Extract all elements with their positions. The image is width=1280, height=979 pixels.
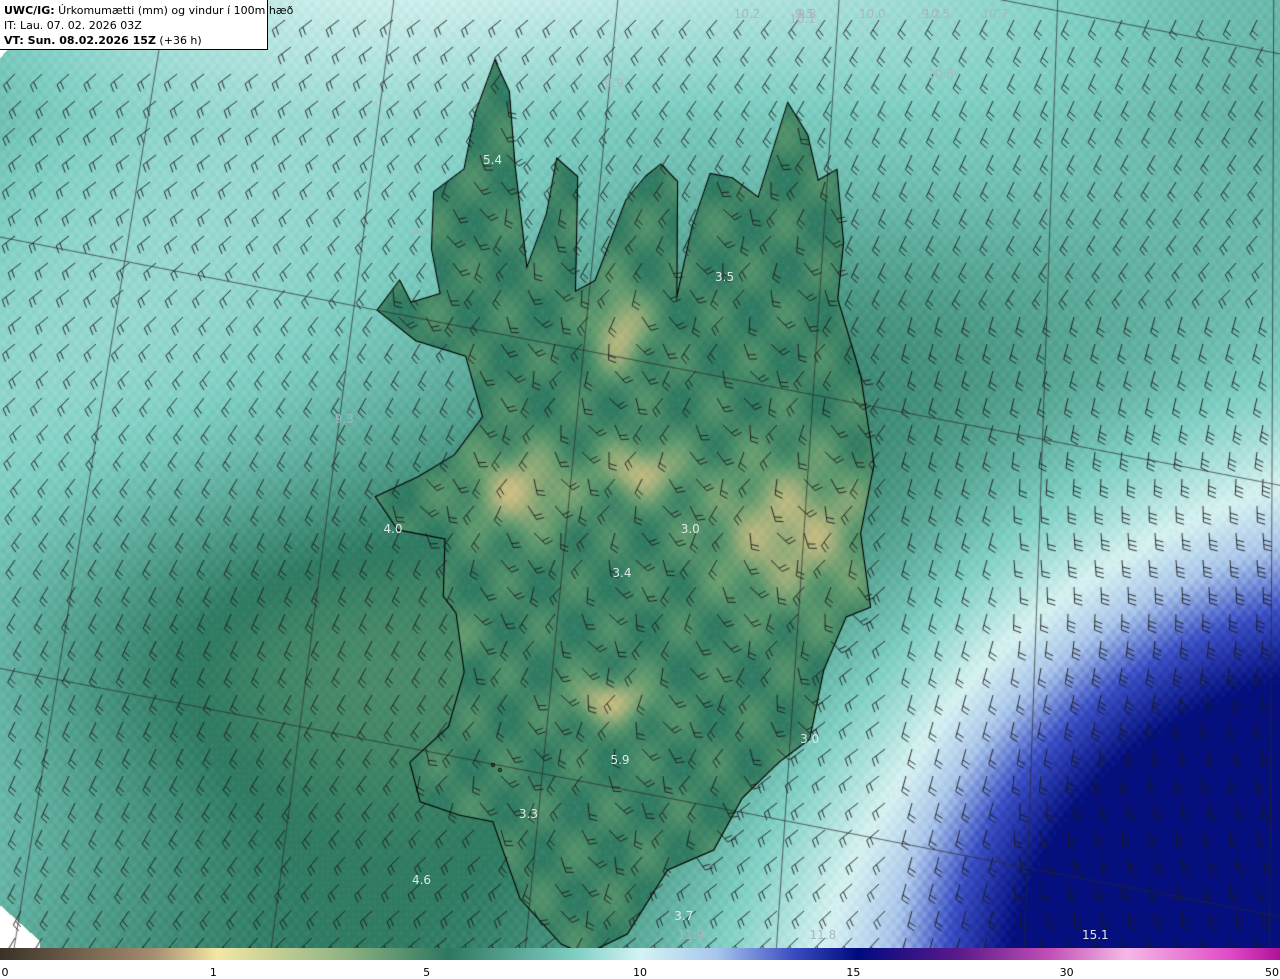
valid-time-line: VT: Sun. 08.02.2026 15Z (+36 h) — [4, 33, 263, 48]
field-value-label: 9.9 — [604, 75, 624, 90]
color-scale-strip — [0, 948, 1280, 960]
field-value-label: 10.1 — [789, 11, 816, 26]
field-value-label: 10.5 — [923, 7, 951, 21]
color-scale-tick: 50 — [1265, 966, 1279, 979]
forecast-offset: (+36 h) — [155, 34, 202, 47]
color-scale-tick: 10 — [633, 966, 647, 979]
field-value-label: 11.9 — [677, 928, 705, 942]
field-value-label: 3.7 — [674, 909, 694, 924]
color-scale-tick: 5 — [423, 966, 431, 979]
color-scale-tick: 0 — [1, 966, 9, 979]
field-value-label: 10.7 — [981, 7, 1009, 21]
field-value-label: 10.8 — [927, 67, 954, 82]
field-value-label: 10.0 — [858, 7, 886, 21]
field-value-label: 9.2 — [409, 225, 430, 240]
map-header: UWC/IG: Úrkomumætti (mm) og vindur í 100… — [0, 0, 293, 50]
initial-time: IT: Lau. 07. 02. 2026 03Z — [4, 19, 142, 32]
field-value-label: 3.4 — [612, 566, 632, 581]
header-line-title: UWC/IG: Úrkomumætti (mm) og vindur í 100… — [4, 3, 293, 18]
product-title: Úrkomumætti (mm) og vindur í 100m hæð — [54, 4, 294, 17]
field-value-label: 5.9 — [610, 752, 630, 767]
color-scale-tick: 1 — [209, 966, 217, 979]
field-value-label: 11.8 — [809, 928, 837, 942]
field-value-label: 9.3 — [334, 411, 354, 426]
field-value-label: 3.0 — [800, 732, 820, 747]
field-value-label: 4.0 — [383, 521, 403, 536]
precipitable-water-map[interactable] — [0, 0, 1280, 948]
field-value-label: 5.4 — [483, 153, 503, 167]
color-scale-tick: 30 — [1059, 966, 1074, 979]
color-scale-bar: 0 1 5 10 15 30 50 — [0, 948, 1280, 979]
model-name: UWC/IG: — [4, 4, 55, 17]
field-value-label: 10.2 — [733, 7, 761, 21]
field-value-label: 3.5 — [715, 269, 735, 284]
field-value-label: 3.3 — [518, 807, 538, 822]
field-value-label: 3.0 — [680, 522, 700, 537]
field-value-label: 15.1 — [1081, 928, 1109, 942]
color-scale-tick: 15 — [846, 966, 861, 979]
field-value-label: 4.6 — [411, 872, 432, 887]
valid-time: VT: Sun. 08.02.2026 15Z — [4, 34, 156, 47]
